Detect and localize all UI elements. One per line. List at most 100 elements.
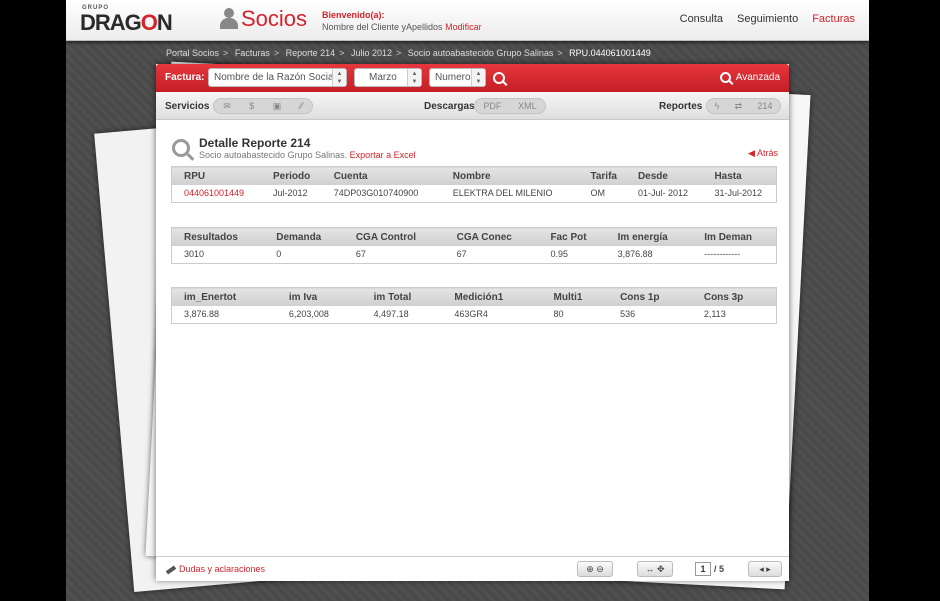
breadcrumb-portal-socios[interactable]: Portal Socios [166,48,219,58]
dollar-icon[interactable]: $ [245,101,258,111]
section-title: Socios [220,7,307,31]
col-header: CGA Control [343,227,445,246]
zoom-out-icon[interactable]: ⊖ [596,564,604,574]
welcome-name: Nombre del Cliente yApellidos [322,22,443,32]
move-icon[interactable]: ✥ [657,564,665,574]
table-cell: 0 [264,246,344,264]
table-cell: 2,113 [691,306,777,324]
col-header: Periodo [260,166,322,185]
breadcrumb-separator: > [557,48,563,58]
col-header: im_Enertot [171,287,277,306]
pdf-button[interactable]: PDF [479,101,505,111]
pen-icon [165,565,177,575]
rpu-link[interactable]: 044061001449 [171,185,261,203]
breadcrumb-current: RPU.044061001449 [569,48,651,58]
welcome-block: Bienvenido(a): Nombre del Cliente yApell… [322,9,482,33]
dudas-link[interactable]: Dudas y aclaraciones [165,564,265,575]
reportes-number[interactable]: 214 [753,101,776,111]
avanzada-button[interactable]: Avanzada [719,72,780,83]
col-header: im Total [361,287,443,306]
col-header: Cuenta [321,166,441,185]
breadcrumb-reporte[interactable]: Reporte 214 [286,48,336,58]
page-input[interactable]: 1 [695,562,711,576]
rpu-table: RPU Periodo Cuenta Nombre Tarifa Desde H… [171,166,777,203]
print-icon[interactable]: ▣ [269,101,286,112]
breadcrumb-mes[interactable]: Julio 2012 [351,48,392,58]
attach-icon[interactable]: ⁄⁄ [296,101,307,111]
user-icon [220,8,238,30]
detail-subtitle: Socio autoabastecido Grupo Salinas. [199,150,348,160]
next-page-icon[interactable]: ▸ [766,564,771,574]
table-header-row: Resultados Demanda CGA Control CGA Conec… [171,227,777,246]
lightning-icon[interactable]: ϟ [711,101,724,111]
mes-select[interactable]: Marzo ▲ ▼ [354,68,422,87]
back-arrow-icon: ◀ [748,148,755,158]
table-cell: 3,876.88 [605,246,693,264]
table-cell: 80 [541,306,609,324]
fit-group: ↔ ✥ [637,561,673,577]
xml-button[interactable]: XML [514,101,541,111]
avanzada-label: Avanzada [735,72,780,83]
col-header: Nombre [440,166,579,185]
fit-width-icon[interactable]: ↔ [645,564,654,574]
nav-facturas[interactable]: Facturas [812,13,855,25]
welcome-title: Bienvenido(a): [322,10,385,20]
select-arrows-icon: ▲ ▼ [407,69,421,86]
logo-text: DRAGON [80,10,173,35]
page-nav-group: ◂ ▸ [748,561,782,577]
descargas-group: PDF XML [474,98,546,114]
export-excel-link[interactable]: Exportar a Excel [350,150,416,160]
zoom-in-icon[interactable]: ⊕ [586,564,594,574]
search-icon [719,72,731,83]
col-header: Demanda [264,227,344,246]
table-cell: ELEKTRA DEL MILENIO [440,185,579,203]
modificar-link[interactable]: Modificar [445,22,482,32]
servicios-group: ✉ $ ▣ ⁄⁄ [213,98,313,114]
servicios-label: Servicios [165,101,210,112]
nav-consulta[interactable]: Consulta [680,13,723,25]
col-header: Medición1 [442,287,542,306]
page-total: / 5 [714,564,725,574]
panel-footer: Dudas y aclaraciones ⊕ ⊖ ↔ ✥ 1 / 5 ◂ ▸ [156,556,789,581]
refresh-icon[interactable]: ⇄ [731,101,747,112]
breadcrumb: Portal Socios > Facturas > Reporte 214 > Ju… [166,48,651,58]
reportes-label: Reportes [659,101,703,112]
table-cell: 6,203,008 [276,306,362,324]
col-header: Im Deman [692,227,777,246]
col-header: CGA Conec [444,227,539,246]
search-icon[interactable] [493,72,505,84]
back-link[interactable]: ◀ Atrás [748,148,778,159]
table-header-row: RPU Periodo Cuenta Nombre Tarifa Desde H… [171,166,777,185]
toolbar: Servicios ✉ $ ▣ ⁄⁄ Descargas PDF XML Rep… [156,92,789,120]
table-row: 3,876.88 6,203,008 4,497.18 463GR4 80 53… [171,306,777,324]
main-panel: Factura: Nombre de la Razón Social ▲ ▼ Ma… [156,64,789,581]
reportes-group: ϟ ⇄ 214 [706,98,781,114]
breadcrumb-socio[interactable]: Socio autoabastecido Grupo Salinas [408,48,554,58]
col-header: Fac Pot [538,227,606,246]
prev-page-icon[interactable]: ◂ [759,564,764,574]
zoom-group: ⊕ ⊖ [577,561,613,577]
mail-icon[interactable]: ✉ [219,101,235,112]
numero-select[interactable]: Numero ▲ ▼ [429,68,486,87]
table-cell: 31-Jul-2012 [702,185,777,203]
descargas-label: Descargas [424,101,475,112]
select-arrows-icon: ▲ ▼ [471,69,485,86]
col-header: Tarifa [578,166,626,185]
col-header: im Iva [276,287,362,306]
col-header: Resultados [171,227,265,246]
col-header: Desde [625,166,703,185]
breadcrumb-facturas[interactable]: Facturas [235,48,270,58]
grupo-dragon-logo[interactable]: GRUPO DRAGON [80,5,173,35]
detail-title: Detalle Reporte 214 [199,136,311,150]
resultados-table: Resultados Demanda CGA Control CGA Conec… [171,227,777,264]
nav-seguimiento[interactable]: Seguimiento [737,13,798,25]
razon-social-select[interactable]: Nombre de la Razón Social ▲ ▼ [208,68,347,87]
breadcrumb-separator: > [223,48,229,58]
breadcrumb-separator: > [339,48,345,58]
mes-value: Marzo [369,72,397,83]
top-header: GRUPO DRAGON Socios Bienvenido(a): Nombr… [66,0,869,41]
table-cell: 4,497.18 [361,306,443,324]
table-cell: 01-Jul- 2012 [625,185,703,203]
top-nav: Consulta Seguimiento Facturas [680,13,855,25]
table-row: 044061001449 Jul-2012 74DP03G010740900 E… [171,185,777,203]
